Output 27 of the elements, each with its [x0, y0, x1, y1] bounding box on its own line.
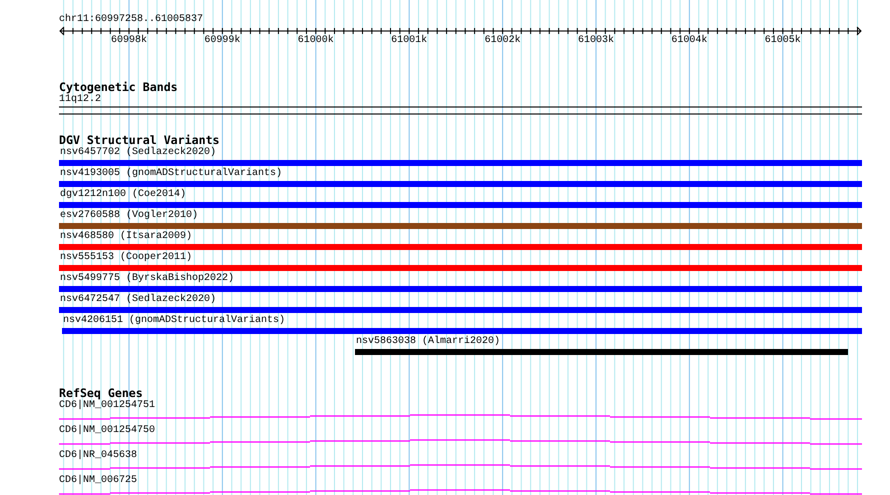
track-title: Cytogenetic Bands — [59, 81, 179, 94]
variant-label: nsv5863038 (Almarri2020) — [356, 336, 500, 348]
variant-label: nsv468580 (Itsara2009) — [60, 231, 192, 243]
variant-label: nsv555153 (Cooper2011) — [60, 252, 192, 264]
tick-label: 61000k — [298, 35, 334, 47]
variant-label: esv2760588 (Vogler2010) — [60, 210, 198, 222]
gene-label: CD6|NR_045638 — [59, 450, 138, 462]
variant-label: nsv4206151 (gnomADStructuralVariants) — [63, 315, 286, 327]
variant-label: nsv6472547 (Sedlazeck2020) — [60, 294, 216, 306]
tick-label: 61002k — [484, 35, 521, 47]
tick-label: 60998k — [111, 35, 147, 47]
tick-label: 61003k — [578, 35, 614, 47]
band-label: 11q12.2 — [59, 94, 102, 106]
tick-label: 61001k — [391, 35, 428, 47]
variant-label: nsv4193005 (gnomADStructuralVariants) — [60, 168, 282, 180]
tick-label: 61005k — [764, 35, 801, 47]
gene-label: CD6|NM_001254750 — [59, 425, 156, 437]
variant-label: dgv1212n100 (Coe2014) — [60, 189, 186, 201]
track-title: DGV Structural Variants — [59, 134, 221, 147]
variant-label: nsv6457702 (Sedlazeck2020) — [60, 147, 216, 159]
tick-label: 61004k — [671, 35, 708, 47]
variant-label: nsv5499775 (ByrskaBishop2022) — [60, 273, 234, 285]
position-label: chr11:60997258..61005837 — [59, 14, 204, 26]
track-title: RefSeq Genes — [59, 387, 143, 400]
gene-label: CD6|NM_006725 — [59, 475, 138, 487]
gene-label: CD6|NM_001254751 — [59, 400, 156, 412]
tick-label: 60999k — [204, 35, 240, 47]
